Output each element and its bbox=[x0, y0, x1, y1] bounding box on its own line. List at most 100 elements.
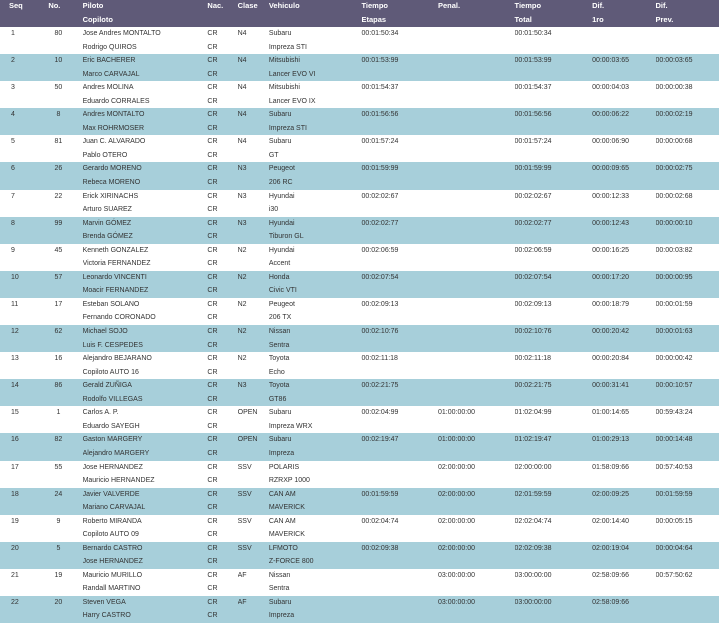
cell-dif-prev-text: 00:00:02:75 bbox=[655, 165, 693, 173]
cell-tiempo-etapas-text: 00:02:09:38 bbox=[361, 544, 399, 552]
cell-tiempo-etapas bbox=[361, 461, 438, 488]
cell-crew: Michael SOJO Luis F. CESPEDES bbox=[83, 325, 208, 352]
cell-tiempo-etapas-text: 00:02:21:75 bbox=[361, 382, 399, 390]
cell-tiempo-etapas: 00:02:02:67 bbox=[361, 190, 438, 217]
cell-no-text: 5 bbox=[56, 544, 61, 552]
cell-crew: Gaston MARGERY Alejandro MARGERY bbox=[83, 433, 208, 460]
cell-dif-1ro-text: 00:00:03:65 bbox=[592, 57, 630, 65]
cell-vehiculo: Subaru Impreza bbox=[269, 596, 362, 623]
cell-dif-prev: 00:00:00:95 bbox=[656, 271, 719, 298]
cell-tiempo-etapas-text: 00:02:11:18 bbox=[361, 355, 398, 363]
cell-nac-text: CR bbox=[207, 260, 218, 268]
cell-clase: N2 bbox=[238, 325, 269, 352]
cell-dif-prev-text: 00:57:40:53 bbox=[655, 463, 693, 471]
cell-penal: 02:00:00:00 bbox=[438, 461, 515, 488]
cell-seq: 20 bbox=[0, 542, 46, 569]
cell-penal: 01:00:00:00 bbox=[438, 406, 515, 433]
copiloto-name: Jose HERNANDEZ bbox=[82, 558, 143, 566]
cell-nac: CR CR bbox=[207, 108, 237, 135]
vehicle-model: i30 bbox=[268, 206, 279, 214]
cell-dif-1ro-text: 01:00:29:13 bbox=[592, 436, 630, 444]
cell-seq-text: 6 bbox=[11, 165, 15, 173]
cell-dif-prev-text: 00:00:14:48 bbox=[655, 436, 693, 444]
cell-nac-text: CR bbox=[207, 300, 218, 308]
cell-nac-text: CR bbox=[207, 219, 218, 227]
cell-tiempo-etapas-text: 00:01:59:99 bbox=[361, 165, 399, 173]
cell-dif-1ro-text: 00:00:20:84 bbox=[592, 355, 630, 363]
piloto-name: Michael SOJO bbox=[82, 328, 128, 336]
cell-dif-1ro-text: 02:58:09:66 bbox=[592, 571, 630, 579]
cell-tiempo-total-text: 00:02:07:54 bbox=[514, 273, 552, 281]
col-seq-label: Seq bbox=[9, 1, 23, 10]
cell-tiempo-etapas: 00:02:09:13 bbox=[361, 298, 438, 325]
cell-dif-1ro-text: 00:00:20:42 bbox=[592, 328, 630, 336]
vehicle-model: Impreza WRX bbox=[268, 422, 313, 430]
cell-dif-prev-text: 00:00:04:64 bbox=[655, 544, 693, 552]
cell-tiempo-etapas: 00:02:11:18 bbox=[361, 352, 438, 379]
col-nac-label: Nac. bbox=[207, 1, 224, 10]
cell-dif-prev: 00:00:02:68 bbox=[656, 190, 719, 217]
cell-penal bbox=[438, 244, 515, 271]
cell-tiempo-total: 00:02:02:67 bbox=[515, 190, 593, 217]
cell-clase: N4 bbox=[238, 135, 269, 162]
cell-nac-text: CR bbox=[207, 124, 218, 132]
cell-dif-1ro-text: 00:00:09:65 bbox=[592, 165, 630, 173]
cell-nac-text: CR bbox=[207, 206, 218, 214]
cell-seq: 1 bbox=[0, 27, 46, 54]
cell-tiempo-etapas-text: 00:02:07:54 bbox=[361, 273, 399, 281]
cell-seq-text: 1 bbox=[11, 30, 15, 37]
cell-tiempo-etapas-text: 00:02:02:77 bbox=[361, 219, 399, 227]
cell-vehiculo: Subaru Impreza STI bbox=[269, 108, 362, 135]
cell-seq-text: 2 bbox=[11, 57, 15, 65]
cell-penal-text: 02:00:00:00 bbox=[438, 544, 475, 552]
vehicle-make: Mitsubishi bbox=[268, 57, 300, 65]
piloto-name: Andres MOLINA bbox=[82, 84, 134, 92]
cell-tiempo-total: 00:02:09:13 bbox=[515, 298, 593, 325]
copiloto-name: Victoria FERNANDEZ bbox=[82, 260, 151, 268]
table-row: 15 1 Carlos A. P. Eduardo SAYEGH CR CR OPEN Sub… bbox=[0, 406, 719, 433]
cell-tiempo-etapas bbox=[361, 569, 438, 596]
vehicle-model: GT86 bbox=[268, 395, 287, 403]
cell-clase-text: N2 bbox=[237, 300, 247, 308]
cell-no: 55 bbox=[46, 461, 82, 488]
cell-dif-1ro: 00:00:12:43 bbox=[592, 217, 655, 244]
cell-tiempo-total: 00:02:06:59 bbox=[515, 244, 593, 271]
cell-tiempo-etapas: 00:01:54:37 bbox=[361, 81, 438, 108]
cell-no: 1 bbox=[46, 406, 82, 433]
vehicle-model: Tiburon GL bbox=[268, 233, 304, 241]
cell-seq: 7 bbox=[0, 190, 46, 217]
cell-dif-1ro: 00:00:09:65 bbox=[592, 162, 655, 189]
col-penal-label: Penal. bbox=[438, 1, 461, 10]
cell-no: 86 bbox=[46, 379, 82, 406]
cell-clase: N3 bbox=[238, 217, 269, 244]
cell-no: 20 bbox=[46, 596, 82, 623]
cell-vehiculo: Nissan Sentra bbox=[269, 325, 362, 352]
cell-dif-1ro: 00:00:03:65 bbox=[592, 54, 655, 81]
col-tiempo-total-label-2: Total bbox=[514, 14, 532, 24]
cell-no: 45 bbox=[46, 244, 82, 271]
col-dif-prev: Dif. Prev. bbox=[656, 0, 719, 27]
cell-dif-prev-text bbox=[656, 27, 719, 41]
cell-no: 10 bbox=[46, 54, 82, 81]
cell-clase: N4 bbox=[238, 81, 269, 108]
cell-penal bbox=[438, 108, 515, 135]
cell-penal bbox=[438, 135, 515, 162]
table-row: 1 80 Jose Andres MONTALTO Rodrigo QUIROS CR C… bbox=[0, 27, 719, 54]
cell-dif-1ro: 02:00:14:40 bbox=[592, 515, 655, 542]
col-tiempo-etapas-label-2: Etapas bbox=[361, 14, 387, 24]
copiloto-name: Moacir FERNANDEZ bbox=[82, 287, 149, 295]
cell-seq: 16 bbox=[0, 433, 46, 460]
col-tiempo-total-label-1: Tiempo bbox=[514, 1, 542, 10]
cell-tiempo-etapas-text: 00:02:02:67 bbox=[361, 192, 399, 200]
cell-nac: CR CR bbox=[207, 325, 237, 352]
cell-tiempo-total-text: 00:02:11:18 bbox=[514, 355, 551, 363]
cell-dif-1ro bbox=[592, 27, 655, 54]
cell-vehiculo: Nissan Sentra bbox=[269, 569, 362, 596]
vehicle-make: LFMOTO bbox=[268, 544, 298, 552]
col-clase-label: Clase bbox=[237, 1, 258, 10]
cell-clase-text: SSV bbox=[237, 490, 252, 498]
cell-seq-text: 18 bbox=[11, 490, 19, 498]
vehicle-make: CAN AM bbox=[268, 490, 296, 498]
cell-dif-1ro: 02:58:09:66 bbox=[592, 596, 655, 623]
cell-tiempo-total: 02:02:09:38 bbox=[515, 542, 593, 569]
